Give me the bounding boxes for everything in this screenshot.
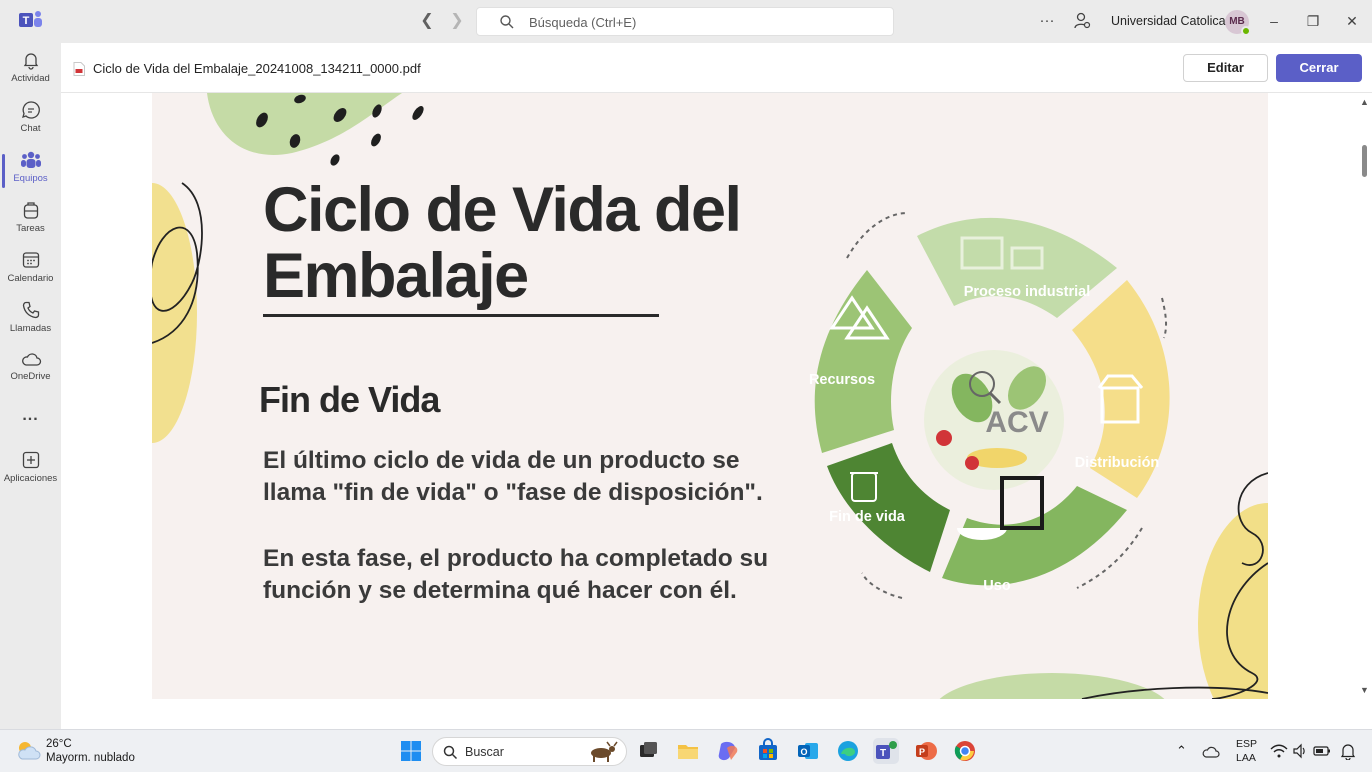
rail-item-label: Calendario [7,273,54,284]
weather-cloudy-icon[interactable] [15,739,41,763]
svg-text:O: O [800,747,807,757]
vertical-scrollbar[interactable]: ▲ ▼ [1357,93,1372,699]
minimize-button[interactable]: – [1262,11,1286,31]
rail-item-chat[interactable]: Chat [0,100,61,146]
bell-icon [23,53,38,70]
notifications-bell-icon[interactable] [1340,742,1356,760]
file-name: Ciclo de Vida del Embalaje_20241008_1342… [93,61,421,76]
title-bar: T ❮ ❯ Búsqueda (Ctrl+E) ··· Universidad … [0,0,1372,43]
pdf-viewer[interactable]: Ciclo de Vida del Embalaje Fin de Vida E… [61,93,1372,699]
language-indicator[interactable]: ESP [1236,738,1257,750]
rail-item-label: Chat [20,123,41,134]
tasks-icon [23,202,38,219]
onedrive-tray-icon[interactable] [1202,743,1220,761]
rail-item-label: Aplicaciones [3,473,58,484]
weather-temperature[interactable]: 26°C [46,738,72,750]
battery-icon[interactable] [1313,744,1331,758]
rail-item-label: Llamadas [9,323,52,334]
rail-item-llamadas[interactable]: Llamadas [0,300,61,346]
search-icon [500,15,514,29]
more-options-icon[interactable]: ··· [1037,11,1057,31]
stage-label-fin-de-vida: Fin de vida [829,509,906,525]
stage-label-recursos: Recursos [809,372,875,388]
diagram-center-label: ACV [985,406,1048,439]
rail-item-onedrive[interactable]: OneDrive [0,350,61,396]
svg-text:T: T [880,748,886,759]
rail-item-label: Actividad [11,73,50,84]
teams-logo-icon[interactable]: T [19,10,43,32]
title-underline [263,314,659,317]
rail-item-actividad[interactable]: Actividad [0,50,61,96]
taskbar-search-label: Buscar [465,745,504,759]
scroll-thumb[interactable] [1362,145,1367,177]
rail-item-calendario[interactable]: Calendario [0,250,61,296]
more-apps-icon: ... [22,407,39,424]
microsoft-store-icon[interactable] [755,738,781,764]
main-pane: Ciclo de Vida del Embalaje_20241008_1342… [61,43,1372,729]
presence-available-icon [1241,26,1251,36]
moose-illustration-icon [591,741,618,762]
slide-paragraph-2: En esta fase, el producto ha completado … [263,545,769,604]
volume-icon[interactable] [1292,743,1308,759]
rail-item-equipos[interactable]: Equipos [0,150,61,196]
task-view-icon[interactable] [635,738,661,764]
wifi-icon[interactable] [1270,743,1288,759]
rail-item-label: OneDrive [10,371,51,382]
slide-title: Ciclo de Vida del Embalaje [263,175,742,311]
outlook-icon[interactable]: O [795,738,821,764]
edit-button[interactable]: Editar [1183,54,1268,82]
chat-icon [21,101,40,119]
stage-label-uso: Uso [983,578,1011,594]
chrome-icon[interactable] [952,738,978,764]
windows-start-icon[interactable] [398,738,424,764]
taskbar: 26°C Mayorm. nublado Buscar O T P ⌃ ESP … [0,729,1372,772]
teams-taskbar-icon[interactable]: T [873,738,899,764]
svg-text:P: P [919,747,925,757]
phone-icon [22,301,39,319]
close-window-button[interactable]: ✕ [1340,11,1364,31]
rail-item-label: Equipos [13,173,48,184]
calendar-icon [22,252,39,268]
pdf-page: Ciclo de Vida del Embalaje Fin de Vida E… [152,93,1268,699]
rail-item-tareas[interactable]: Tareas [0,200,61,246]
slide-paragraph-1: El último ciclo de vida de un producto s… [263,447,763,506]
segment-fin-de-vida [827,443,950,572]
people-settings-icon[interactable] [1072,11,1092,31]
app-rail: Actividad Chat Equipos Tareas Calendario… [0,43,61,729]
show-hidden-icons-icon[interactable]: ⌃ [1176,743,1187,759]
edge-icon[interactable] [835,738,861,764]
lifecycle-diagram: ACV Proceso industrial Distribución Uso … [809,212,1170,599]
segment-recursos [814,270,912,453]
file-header: Ciclo de Vida del Embalaje_20241008_1342… [61,43,1372,93]
taskbar-search-input[interactable]: Buscar [432,737,627,766]
forward-arrow-icon[interactable]: ❯ [447,11,467,31]
copilot-icon[interactable] [715,738,741,764]
back-arrow-icon[interactable]: ❮ [417,11,437,31]
organization-name[interactable]: Universidad Catolica ... [1111,14,1240,28]
pdf-file-icon [73,62,85,76]
close-button[interactable]: Cerrar [1276,54,1362,82]
avatar-initials: MB [1229,16,1245,27]
cloud-icon [21,353,41,366]
teams-icon [20,151,41,168]
avatar[interactable]: MB [1225,10,1251,36]
rail-item-more[interactable]: ... [0,407,61,453]
keyboard-layout-indicator[interactable]: LAA [1236,752,1256,764]
search-input[interactable]: Búsqueda (Ctrl+E) [476,7,894,36]
rail-item-label: Tareas [16,223,45,234]
rail-item-aplicaciones[interactable]: Aplicaciones [0,450,61,496]
slide-subtitle: Fin de Vida [259,379,440,420]
powerpoint-icon[interactable]: P [913,738,939,764]
scroll-down-icon[interactable]: ▼ [1360,685,1369,695]
restore-button[interactable]: ❐ [1301,11,1325,31]
scroll-up-icon[interactable]: ▲ [1360,97,1369,107]
svg-text:T: T [23,15,30,27]
file-explorer-icon[interactable] [675,738,701,764]
search-placeholder: Búsqueda (Ctrl+E) [529,15,637,30]
stage-label-distribucion: Distribución [1075,455,1160,471]
weather-description[interactable]: Mayorm. nublado [46,752,135,764]
stage-label-proceso-industrial: Proceso industrial [964,284,1091,300]
search-icon [443,745,458,760]
add-apps-icon [22,451,39,469]
